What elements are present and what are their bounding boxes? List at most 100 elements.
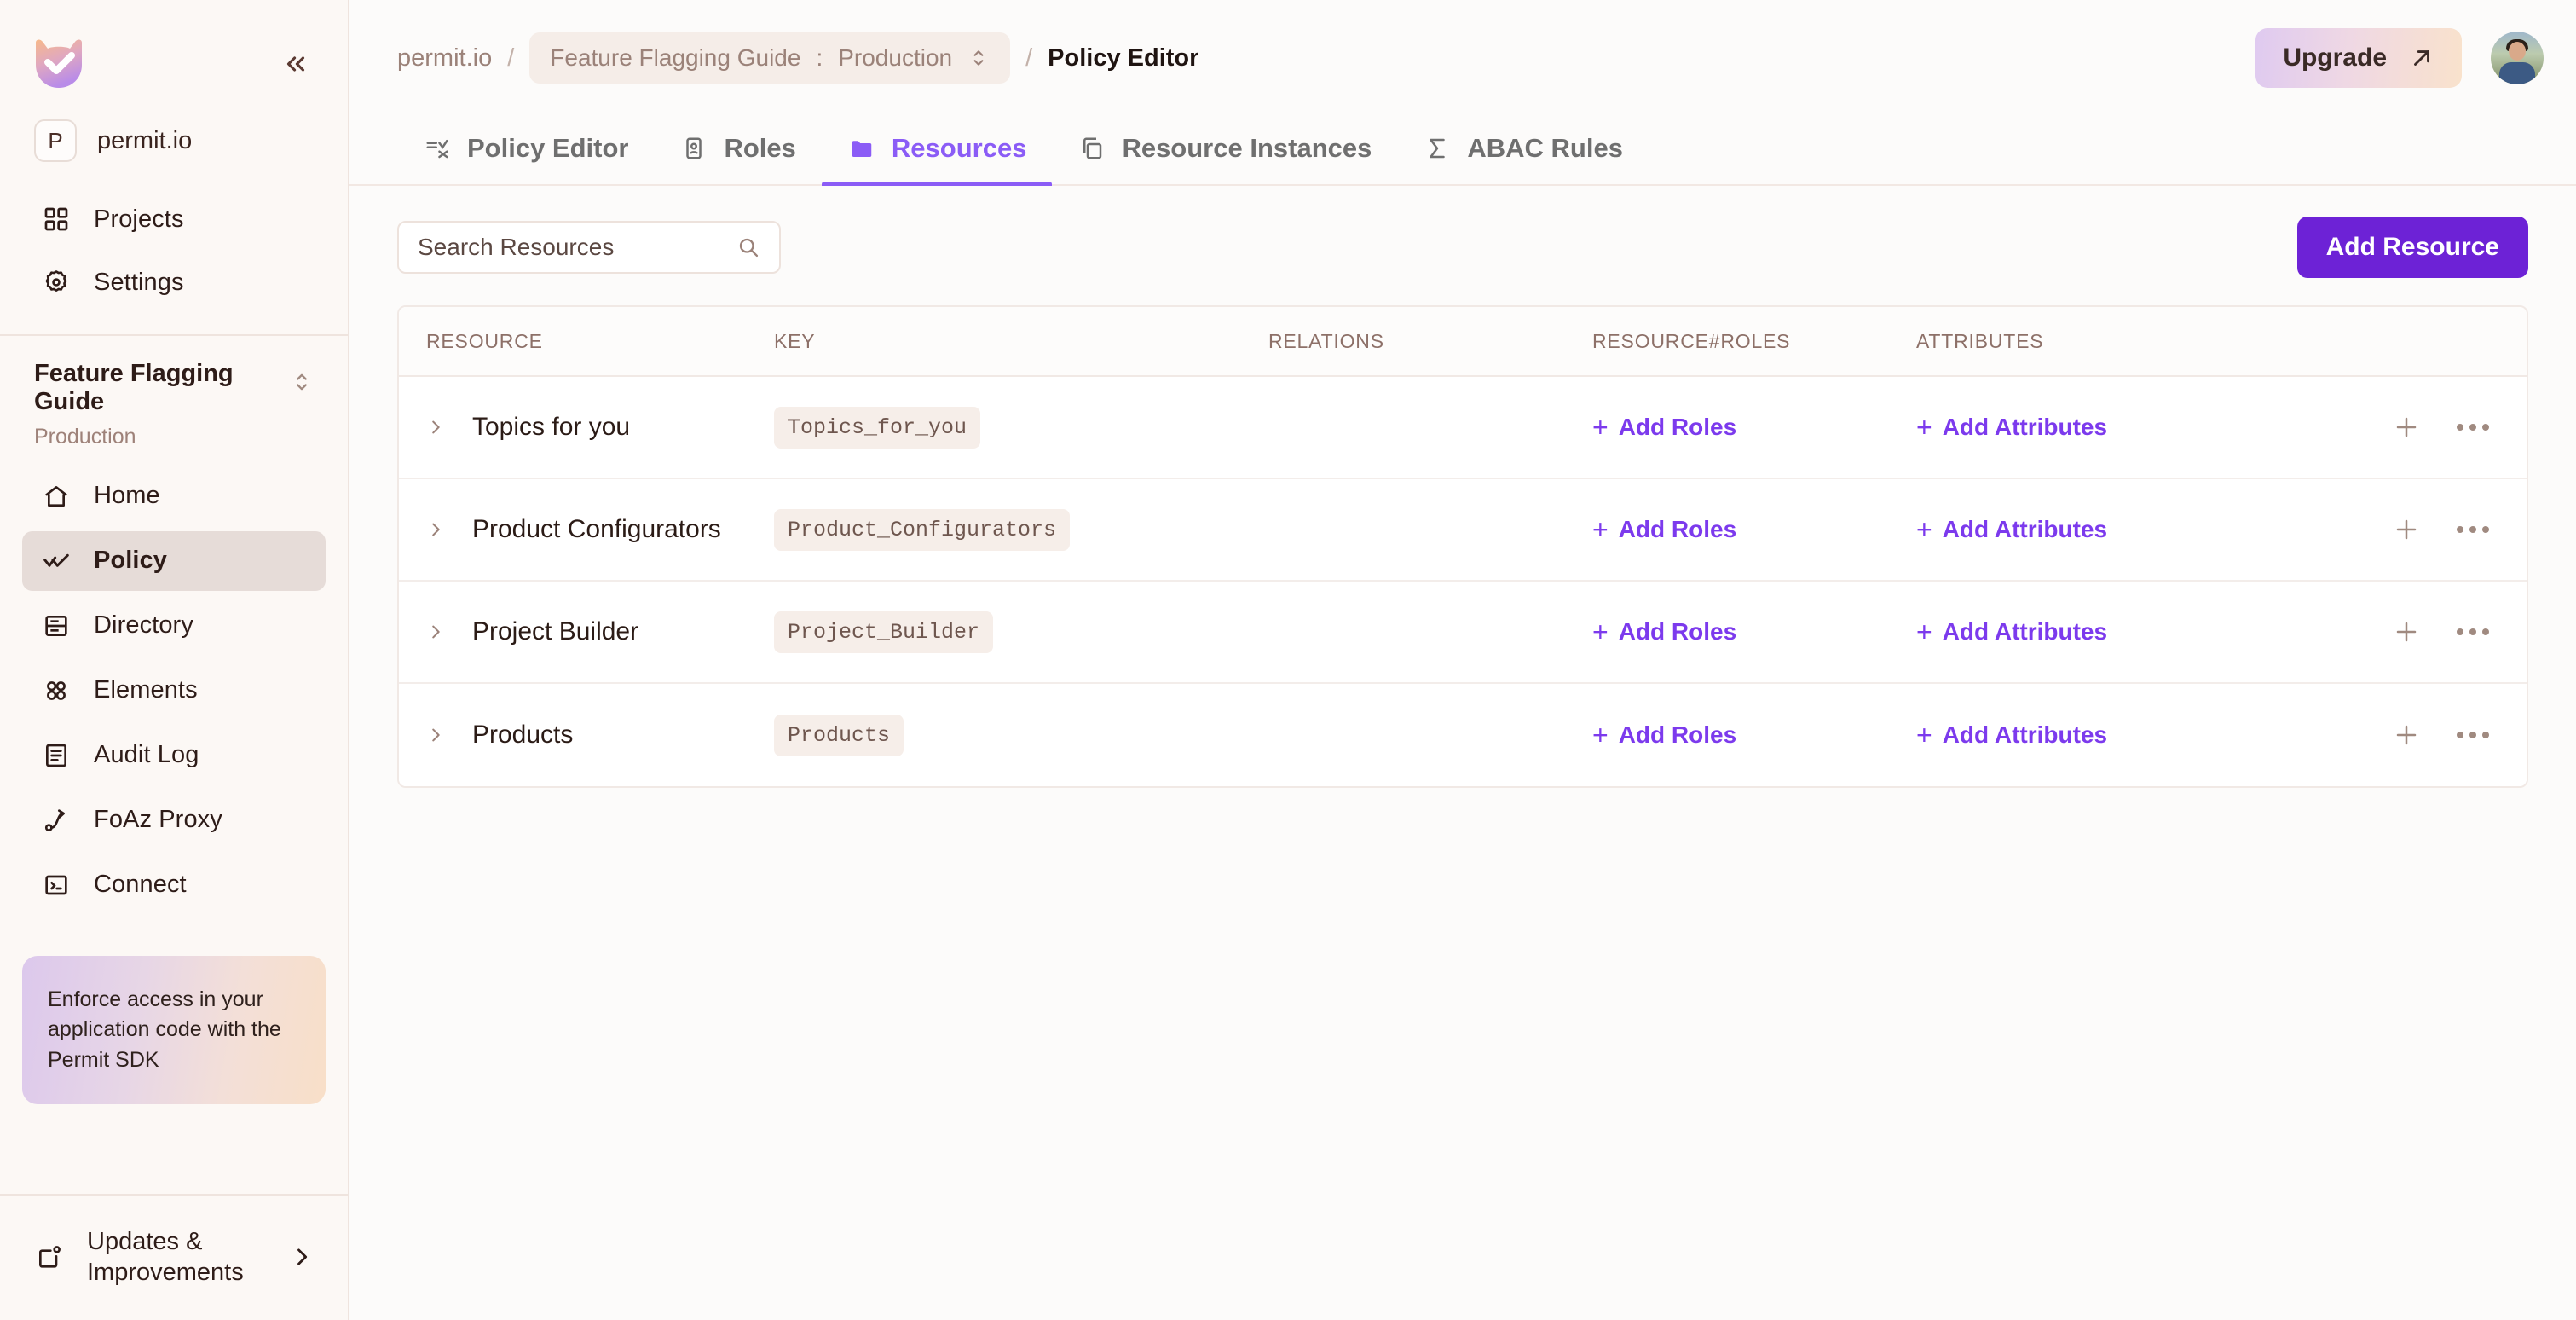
environment-colon: :	[816, 44, 823, 71]
ellipsis-icon[interactable]	[2457, 424, 2489, 431]
tab-roles[interactable]: Roles	[654, 133, 821, 184]
add-roles-label: Add Roles	[1618, 414, 1737, 440]
search-icon[interactable]	[736, 235, 760, 259]
tab-label: Policy Editor	[467, 133, 629, 163]
plus-icon: +	[1592, 720, 1609, 750]
updates-improvements-item[interactable]: Updates & Improvements	[0, 1193, 348, 1320]
expand-row-icon[interactable]	[426, 622, 445, 641]
breadcrumb-separator: /	[507, 43, 515, 72]
tab-resource-instances[interactable]: Resource Instances	[1052, 133, 1397, 184]
expand-row-icon[interactable]	[426, 520, 445, 539]
org-switcher[interactable]: P permit.io	[0, 99, 348, 181]
environment-selector[interactable]: Feature Flagging Guide : Production	[529, 32, 1011, 84]
plus-icon[interactable]	[2394, 517, 2419, 542]
grid-icon	[41, 204, 72, 234]
sidebar-item-audit-log[interactable]: Audit Log	[22, 726, 326, 785]
add-roles-link[interactable]: + Add Roles	[1592, 414, 1736, 441]
resource-key: Products	[774, 714, 904, 756]
add-attributes-label: Add Attributes	[1942, 516, 2108, 542]
sidebar-item-home[interactable]: Home	[22, 466, 326, 526]
add-resource-button[interactable]: Add Resource	[2296, 217, 2528, 278]
sigma-icon	[1423, 134, 1452, 163]
permit-logo-icon[interactable]	[32, 38, 85, 90]
breadcrumb-separator: /	[1025, 43, 1033, 72]
sidebar-item-connect[interactable]: Connect	[22, 855, 326, 915]
sdk-promo-card[interactable]: Enforce access in your application code …	[22, 955, 326, 1105]
add-attributes-label: Add Attributes	[1942, 721, 2108, 748]
add-attributes-link[interactable]: + Add Attributes	[1916, 516, 2107, 543]
updates-improvements-label: Updates & Improvements	[87, 1227, 244, 1286]
add-roles-link[interactable]: + Add Roles	[1592, 618, 1736, 646]
expand-row-icon[interactable]	[426, 726, 445, 744]
table-row[interactable]: Products Products + Add Roles + Add Attr…	[399, 684, 2527, 786]
sidebar-item-label: Projects	[94, 205, 184, 233]
search-input[interactable]	[418, 234, 728, 261]
environment-name: Production	[838, 44, 953, 71]
column-header-attributes: ATTRIBUTES	[1916, 329, 2044, 352]
plus-icon[interactable]	[2394, 414, 2419, 440]
resource-name: Project Builder	[472, 617, 639, 646]
policy-editor-icon	[423, 134, 452, 163]
project-name: Feature Flagging Guide	[34, 360, 234, 416]
sidebar-item-settings[interactable]: Settings	[22, 252, 326, 312]
upgrade-label: Upgrade	[2283, 43, 2387, 72]
ellipsis-icon[interactable]	[2457, 628, 2489, 635]
sidebar-item-label: FoAz Proxy	[94, 806, 222, 834]
sidebar-top-nav: Projects Settings	[0, 181, 348, 312]
plus-icon: +	[1916, 514, 1932, 545]
add-attributes-label: Add Attributes	[1942, 618, 2108, 645]
table-row[interactable]: Product Configurators Product_Configurat…	[399, 479, 2527, 582]
column-header-key: KEY	[774, 329, 816, 352]
tab-abac-rules[interactable]: ABAC Rules	[1397, 133, 1649, 184]
add-attributes-link[interactable]: + Add Attributes	[1916, 721, 2107, 749]
plus-icon: +	[1916, 412, 1932, 443]
arrow-up-right-icon	[2409, 45, 2434, 71]
resource-name: Products	[472, 721, 574, 749]
ellipsis-icon[interactable]	[2457, 732, 2489, 738]
sidebar-item-label: Directory	[94, 611, 193, 640]
sidebar-item-directory[interactable]: Directory	[22, 596, 326, 656]
chevron-updown-icon[interactable]	[290, 360, 314, 394]
double-chevron-left-icon[interactable]	[276, 44, 315, 84]
tab-label: Resource Instances	[1122, 133, 1372, 163]
expand-row-icon[interactable]	[426, 418, 445, 437]
ellipsis-icon[interactable]	[2457, 526, 2489, 533]
add-roles-link[interactable]: + Add Roles	[1592, 516, 1736, 543]
plus-icon[interactable]	[2394, 619, 2419, 645]
org-badge: P	[34, 119, 77, 162]
policy-tabs: Policy Editor Roles Resources Resource I…	[349, 116, 2576, 186]
sidebar-item-label: Connect	[94, 871, 187, 899]
add-attributes-link[interactable]: + Add Attributes	[1916, 618, 2107, 646]
sidebar-item-projects[interactable]: Projects	[22, 189, 326, 249]
add-roles-link[interactable]: + Add Roles	[1592, 721, 1736, 749]
sidebar-item-elements[interactable]: Elements	[22, 661, 326, 721]
avatar-image	[2509, 42, 2526, 61]
search-resources-field[interactable]	[397, 221, 781, 274]
avatar[interactable]	[2491, 32, 2544, 84]
plus-icon[interactable]	[2394, 722, 2419, 748]
add-roles-label: Add Roles	[1618, 721, 1737, 748]
table-row[interactable]: Topics for you Topics_for_you + Add Role…	[399, 377, 2527, 479]
sidebar-item-label: Home	[94, 482, 160, 510]
upgrade-button[interactable]: Upgrade	[2255, 28, 2462, 88]
sidebar-item-foaz-proxy[interactable]: FoAz Proxy	[22, 790, 326, 850]
add-attributes-link[interactable]: + Add Attributes	[1916, 414, 2107, 441]
sidebar-item-policy[interactable]: Policy	[22, 530, 326, 591]
plus-icon: +	[1592, 412, 1609, 443]
resource-key: Topics_for_you	[774, 406, 981, 449]
announcement-icon	[34, 1242, 65, 1272]
tab-resources[interactable]: Resources	[821, 133, 1053, 186]
table-row[interactable]: Project Builder Project_Builder + Add Ro…	[399, 582, 2527, 684]
resource-key: Product_Configurators	[774, 508, 1071, 551]
project-switcher[interactable]: Feature Flagging Guide Production	[0, 336, 348, 458]
elements-dots-icon	[41, 675, 72, 706]
breadcrumb-org[interactable]: permit.io	[397, 44, 492, 72]
plus-icon: +	[1916, 617, 1932, 647]
terminal-icon	[41, 870, 72, 900]
policy-check-icon	[41, 546, 72, 576]
directory-icon	[41, 611, 72, 641]
chevron-right-icon[interactable]	[290, 1245, 314, 1269]
column-header-relations: RELATIONS	[1268, 329, 1384, 352]
tab-policy-editor[interactable]: Policy Editor	[397, 133, 654, 184]
